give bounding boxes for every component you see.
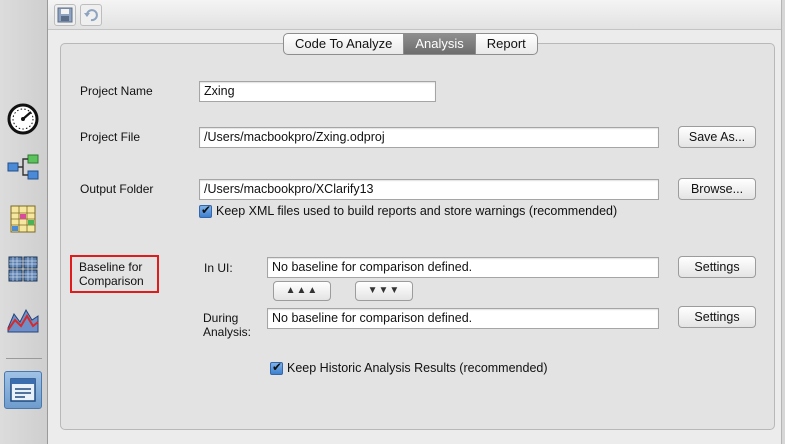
baseline-label-line2: Comparison: [79, 274, 144, 288]
tab-report[interactable]: Report: [476, 34, 537, 54]
project-file-label: Project File: [80, 130, 141, 144]
during-label-line1: During: [203, 311, 239, 325]
during-analysis-baseline-field[interactable]: No baseline for comparison defined.: [267, 308, 659, 329]
flow-diagram-icon: [7, 154, 39, 180]
in-ui-baseline-field[interactable]: No baseline for comparison defined.: [267, 257, 659, 278]
keep-xml-label: Keep XML files used to build reports and…: [216, 204, 618, 218]
grid-check-icon: [10, 205, 36, 233]
undo-button[interactable]: [80, 4, 102, 26]
tab-code-to-analyze[interactable]: Code To Analyze: [284, 34, 405, 54]
keep-historic-checkbox[interactable]: [270, 360, 283, 375]
in-ui-settings-button[interactable]: Settings: [678, 256, 756, 278]
during-analysis-settings-button[interactable]: Settings: [678, 306, 756, 328]
baseline-label: Baseline for Comparison: [79, 260, 144, 288]
output-folder-label: Output Folder: [80, 182, 154, 196]
project-file-input[interactable]: /Users/macbookpro/Zxing.odproj: [199, 127, 659, 148]
during-analysis-label: During Analysis:: [203, 311, 251, 339]
tool-sidebar: [0, 0, 48, 444]
gauge-icon: [7, 103, 39, 135]
sidebar-item-chart[interactable]: [4, 300, 42, 338]
baseline-label-line1: Baseline for: [79, 260, 143, 274]
move-up-button[interactable]: ▲▲▲: [273, 281, 331, 301]
during-label-line2: Analysis:: [203, 325, 252, 339]
toolbar: [48, 0, 785, 30]
keep-xml-option[interactable]: Keep XML files used to build reports and…: [199, 203, 618, 218]
undo-icon: [84, 9, 98, 22]
save-icon: [57, 7, 73, 23]
sidebar-item-gauge[interactable]: [4, 100, 42, 138]
mountain-chart-icon: [7, 308, 39, 333]
keep-historic-label: Keep Historic Analysis Results (recommen…: [287, 361, 548, 375]
sidebar-item-window[interactable]: [4, 371, 42, 409]
keep-historic-option[interactable]: Keep Historic Analysis Results (recommen…: [270, 360, 548, 375]
save-button[interactable]: [54, 4, 76, 26]
tab-bar: Code To Analyze Analysis Report: [283, 33, 538, 55]
sidebar-item-table[interactable]: [4, 250, 42, 288]
sidebar-divider: [6, 358, 42, 359]
move-down-button[interactable]: ▼▼▼: [355, 281, 413, 301]
keep-xml-checkbox[interactable]: [199, 203, 212, 218]
window-icon: [10, 378, 36, 402]
table-grid-icon: [8, 256, 38, 282]
project-name-label: Project Name: [80, 84, 153, 98]
sidebar-item-flow[interactable]: [4, 148, 42, 186]
in-ui-label: In UI:: [204, 261, 233, 275]
tab-analysis[interactable]: Analysis: [404, 34, 476, 54]
sidebar-item-grid-check[interactable]: [4, 200, 42, 238]
window-edge: [781, 0, 785, 444]
browse-button[interactable]: Browse...: [678, 178, 756, 200]
project-name-input[interactable]: Zxing: [199, 81, 436, 102]
save-as-button[interactable]: Save As...: [678, 126, 756, 148]
output-folder-input[interactable]: /Users/macbookpro/XClarify13: [199, 179, 659, 200]
